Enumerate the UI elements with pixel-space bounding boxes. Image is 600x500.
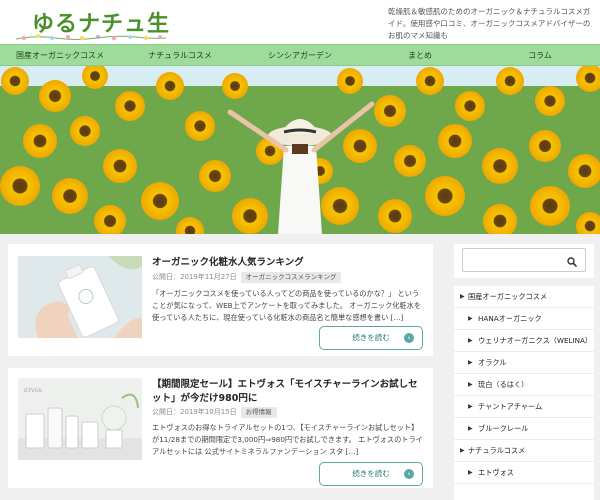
read-more-label: 続きを読む: [352, 469, 390, 478]
search-icon[interactable]: [567, 257, 577, 267]
site-tagline: 乾燥肌＆敏感肌のためのオーガニック＆ナチュラルコスメガイド。使用感や口コミ、オー…: [388, 7, 591, 40]
post-thumbnail-toner[interactable]: [18, 256, 142, 338]
sidebar-item-hana-organic[interactable]: ▶ HANAオーガニック: [454, 308, 594, 330]
post-date: 公開日：2019年11月27日: [152, 273, 237, 281]
nav-item-matome[interactable]: まとめ: [360, 45, 480, 66]
sidebar-item-ruhaku[interactable]: ▶ 琉白（るはく）: [454, 374, 594, 396]
post-excerpt: エトヴォスのお得なトライアルセットの1つ、【モイスチャーラインお試しセット】が1…: [152, 423, 423, 456]
triangle-right-icon: ▶: [468, 403, 473, 410]
post-meta: 公開日：2019年10月15日 お得情報: [152, 407, 277, 418]
post-title[interactable]: 【期間限定セール】エトヴォス「モイスチャーラインお試しセット」が今だけ980円に: [152, 378, 424, 406]
sidebar-item-label: ブルークレール: [478, 424, 529, 433]
triangle-right-icon: ▶: [468, 337, 473, 344]
site-logo[interactable]: ゆるナチュ生活: [10, 4, 170, 69]
read-more-button[interactable]: 続きを読む ›: [319, 326, 423, 350]
nav-item-natural-cosme[interactable]: ナチュラルコスメ: [120, 45, 240, 66]
post-card: オーガニック化粧水人気ランキング 公開日：2019年11月27日 オーガニックコス…: [8, 244, 433, 356]
main-nav: 国産オーガニックコスメ ナチュラルコスメ シンシアガーデン まとめ コラム: [0, 44, 600, 66]
read-more-button[interactable]: 続きを読む ›: [319, 462, 423, 486]
post-excerpt: 「オーガニックコスメを使っている人ってどの商品を使っているのかな？」 ということ…: [152, 289, 422, 322]
read-more-label: 続きを読む: [352, 333, 390, 342]
flower-garland-icon: [16, 34, 166, 41]
chevron-right-icon: ›: [404, 469, 414, 479]
sidebar-category-list: ▶ 国産オーガニックコスメ ▶ HANAオーガニック ▶ ウェリナオーガニクス（…: [454, 286, 594, 500]
sidebar-item-label: HANAオーガニック: [478, 314, 542, 323]
sidebar-item-blue-clair[interactable]: ▶ ブルークレール: [454, 418, 594, 440]
post-meta: 公開日：2019年11月27日 オーガニックコスメランキング: [152, 272, 342, 283]
triangle-right-icon: ▶: [468, 359, 473, 366]
sidebar-item-welina[interactable]: ▶ ウェリナオーガニクス（WELINA）: [454, 330, 594, 352]
sidebar-item-domestic-organic[interactable]: ▶ 国産オーガニックコスメ: [454, 286, 594, 308]
triangle-right-icon: ▶: [468, 381, 473, 388]
sunflower-field-illustration: [0, 66, 600, 234]
triangle-right-icon: ▶: [468, 315, 473, 322]
nav-item-domestic-organic[interactable]: 国産オーガニックコスメ: [0, 45, 120, 66]
sidebar-item-label: エトヴォス: [478, 468, 514, 477]
sidebar-item-label: ウェリナオーガニクス（WELINA）: [478, 336, 593, 345]
sidebar-item-oracle[interactable]: ▶ オラクル: [454, 352, 594, 374]
sidebar-item-chant-a-charm[interactable]: ▶ チャントアチャーム: [454, 396, 594, 418]
triangle-right-icon: ▶: [460, 447, 465, 454]
post-title[interactable]: オーガニック化粧水人気ランキング: [152, 256, 424, 270]
svg-text:ETVOS: ETVOS: [24, 388, 43, 394]
post-date: 公開日：2019年10月15日: [152, 408, 237, 416]
nav-item-cynthia-garden[interactable]: シンシアガーデン: [240, 45, 360, 66]
sidebar-item-label: オラクル: [478, 358, 507, 367]
sidebar-item-label: チャントアチャーム: [478, 402, 543, 411]
triangle-right-icon: ▶: [460, 293, 465, 300]
post-thumbnail-etvos-set[interactable]: ETVOS: [18, 378, 142, 460]
nav-item-column[interactable]: コラム: [480, 45, 600, 66]
triangle-right-icon: ▶: [468, 469, 473, 476]
sidebar-item-natural-cosme[interactable]: ▶ ナチュラルコスメ: [454, 440, 594, 462]
chevron-right-icon: ›: [404, 333, 414, 343]
sidebar-item-label: 国産オーガニックコスメ: [468, 292, 548, 301]
search-input[interactable]: [462, 248, 586, 272]
post-card: ETVOS 【期間限定セール】エトヴォス「モイスチャーラインお試しセット」が今だ…: [8, 368, 433, 488]
sidebar-item-label: 琉白（るはく）: [478, 380, 529, 389]
hero-image-sunflowers: [0, 66, 600, 234]
sidebar-item-label: ナチュラルコスメ: [468, 446, 526, 455]
triangle-right-icon: ▶: [468, 425, 473, 432]
site-header: ゆるナチュ生活 乾燥肌＆敏感肌のためのオーガニック＆ナチュラルコスメガイド。使用…: [0, 0, 600, 69]
category-badge[interactable]: オーガニックコスメランキング: [240, 272, 342, 283]
sidebar-item-etvos[interactable]: ▶ エトヴォス: [454, 462, 594, 484]
sidebar-search: [454, 244, 594, 278]
category-badge[interactable]: お得情報: [240, 407, 277, 418]
